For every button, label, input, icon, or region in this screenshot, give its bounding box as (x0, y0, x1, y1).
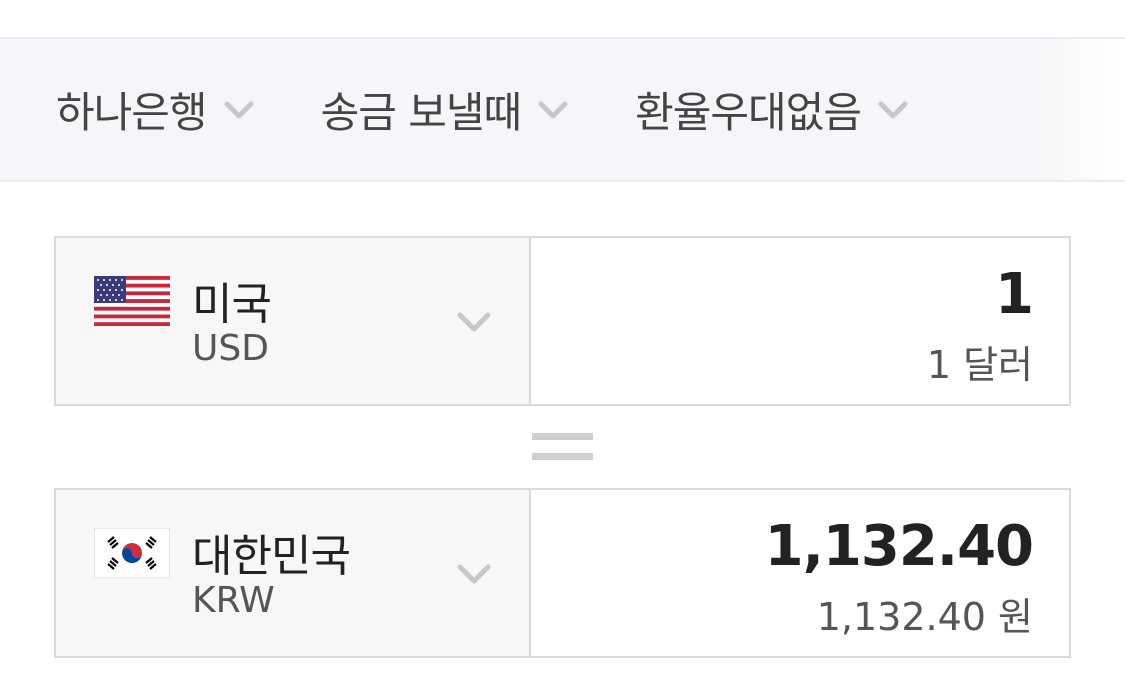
chevron-down-icon (219, 90, 259, 130)
target-currency-code: KRW (192, 580, 275, 621)
filter-bar: 하나은행 송금 보낼때 환율우대없음 (0, 37, 1125, 182)
source-amount-words: 1 달러 (926, 343, 1033, 387)
source-amount-input[interactable]: 1 1 달러 (531, 238, 1069, 404)
target-amount-input[interactable]: 1,132.40 1,132.40 원 (531, 490, 1069, 656)
target-currency-name: 대한민국 (192, 531, 351, 582)
source-amount-value: 1 (995, 262, 1034, 327)
chevron-down-icon (454, 302, 494, 342)
bank-filter-label: 하나은행 (56, 88, 208, 137)
chevron-down-icon (533, 90, 573, 130)
kr-flag-icon (94, 528, 170, 578)
target-amount-value: 1,132.40 (764, 514, 1034, 579)
target-currency-row: 대한민국 KRW 1,132.40 1,132.40 원 (54, 488, 1071, 658)
rate-preference-filter-label: 환율우대없음 (635, 88, 862, 137)
transfer-type-filter-label: 송금 보낼때 (320, 88, 523, 137)
us-flag-icon (94, 276, 170, 326)
rate-preference-filter[interactable]: 환율우대없음 (635, 79, 913, 140)
chevron-down-icon (454, 554, 494, 594)
bank-filter[interactable]: 하나은행 (56, 79, 259, 140)
equals-icon (532, 433, 593, 461)
chevron-down-icon (873, 90, 913, 130)
source-currency-row: 미국 USD 1 1 달러 (54, 236, 1071, 406)
transfer-type-filter[interactable]: 송금 보낼때 (321, 79, 574, 140)
target-currency-select[interactable]: 대한민국 KRW (56, 490, 531, 656)
source-currency-code: USD (192, 328, 269, 369)
target-amount-words: 1,132.40 원 (816, 595, 1033, 639)
source-currency-select[interactable]: 미국 USD (56, 238, 531, 404)
source-currency-name: 미국 (192, 279, 272, 330)
